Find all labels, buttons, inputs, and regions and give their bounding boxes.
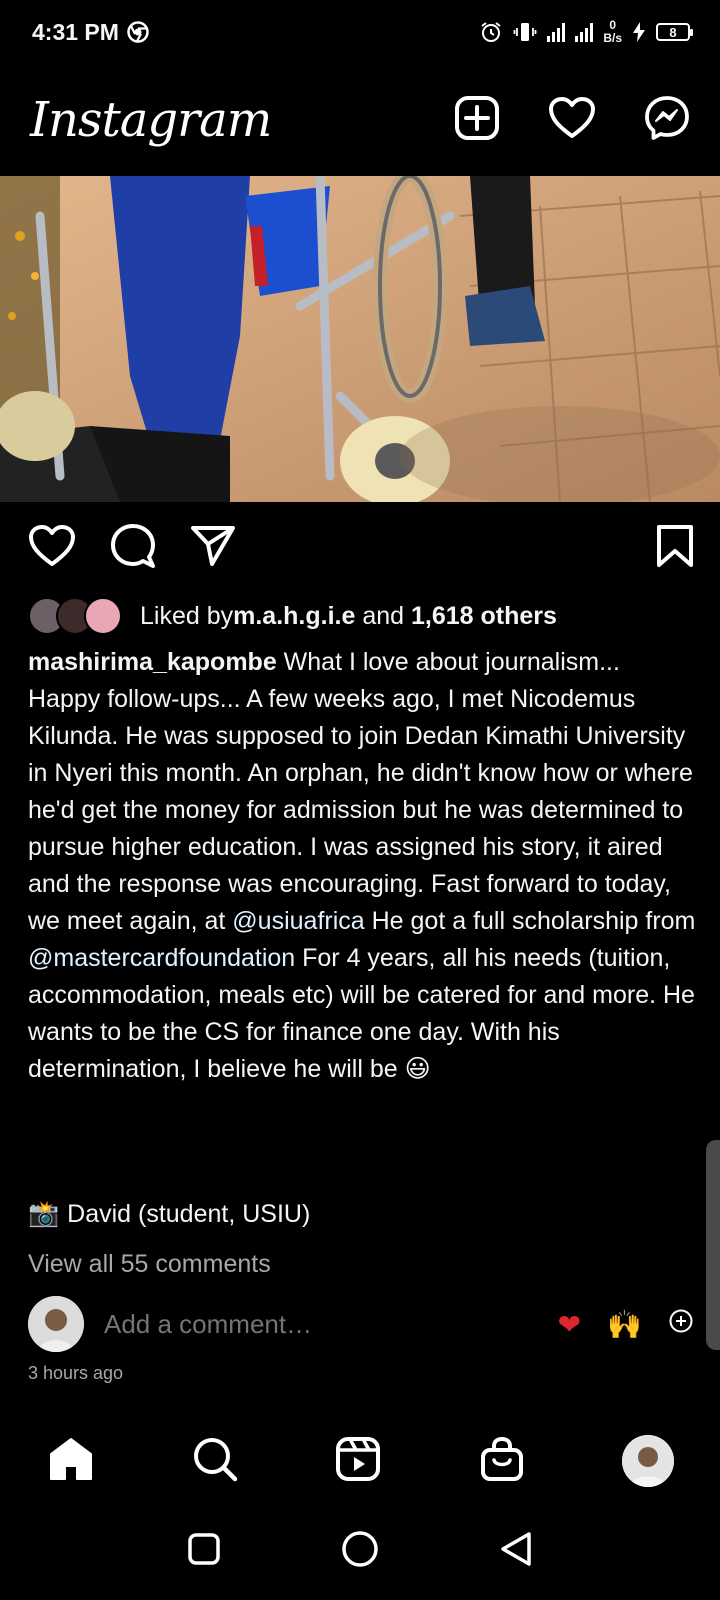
instagram-logo[interactable]: Instagram xyxy=(30,92,272,148)
caption-text-1: What I love about journalism... Happy fo… xyxy=(28,648,693,935)
system-navigation-bar xyxy=(0,1502,720,1600)
battery-indicator: 8 xyxy=(656,23,693,41)
current-user-avatar[interactable] xyxy=(28,1296,84,1352)
likes-summary[interactable]: Liked by m.a.h.g.i.e and 1,618 others xyxy=(28,596,557,636)
alarm-icon xyxy=(479,20,503,44)
scroll-handle[interactable] xyxy=(706,1140,720,1350)
bottom-navigation xyxy=(0,1420,720,1502)
chrome-notification-icon xyxy=(127,21,149,43)
post-image[interactable] xyxy=(0,176,720,502)
grinning-emoji-icon: 😃 xyxy=(404,1055,431,1083)
quick-reaction-heart[interactable]: ❤ xyxy=(558,1308,581,1341)
add-reaction-icon[interactable] xyxy=(668,1308,694,1341)
liked-by-and: and xyxy=(355,601,411,630)
app-header: Instagram xyxy=(0,64,720,176)
post-actions xyxy=(0,520,720,576)
network-speed: 0 B/s xyxy=(603,18,622,45)
signal-strength-hplus-icon xyxy=(575,22,594,42)
comment-button[interactable] xyxy=(110,523,156,574)
camera-flash-icon: 📸 xyxy=(28,1200,60,1228)
liker-avatars xyxy=(28,596,126,636)
photo-credit-text: David (student, USIU) xyxy=(67,1200,311,1228)
vibrate-icon xyxy=(513,20,537,44)
photo-credit: 📸 David (student, USIU) xyxy=(28,1200,310,1229)
search-icon[interactable] xyxy=(192,1436,238,1487)
status-bar: 4:31 PM 0 B/s 8 xyxy=(0,0,720,64)
signal-strength-icon xyxy=(547,22,566,42)
mention-usiuafrica[interactable]: @usiuafrica xyxy=(232,907,364,935)
like-button[interactable] xyxy=(28,524,76,573)
home-button[interactable] xyxy=(341,1530,379,1573)
bookmark-button[interactable] xyxy=(656,524,694,572)
post-timestamp: 3 hours ago xyxy=(28,1363,124,1383)
comment-input[interactable] xyxy=(104,1308,558,1340)
liked-by-prefix: Liked by xyxy=(140,601,234,630)
add-comment-row: ❤ 🙌 xyxy=(28,1296,694,1352)
view-all-comments-link[interactable]: View all 55 comments xyxy=(28,1250,271,1279)
status-time: 4:31 PM xyxy=(32,18,119,45)
liked-by-user[interactable]: m.a.h.g.i.e xyxy=(233,602,355,631)
post-caption: mashirima_kapombe What I love about jour… xyxy=(28,644,698,1088)
quick-reaction-raised-hands[interactable]: 🙌 xyxy=(607,1308,642,1341)
messenger-icon[interactable] xyxy=(644,95,690,146)
home-icon[interactable] xyxy=(48,1436,94,1487)
share-button[interactable] xyxy=(190,524,236,573)
plus-square-icon[interactable] xyxy=(454,95,500,146)
liked-by-others[interactable]: 1,618 others xyxy=(411,602,557,631)
profile-avatar[interactable] xyxy=(622,1435,674,1487)
heart-icon[interactable] xyxy=(548,96,596,145)
recent-apps-button[interactable] xyxy=(187,1532,221,1571)
mention-mastercardfoundation[interactable]: @mastercardfoundation xyxy=(28,944,295,972)
charging-icon xyxy=(632,22,646,42)
caption-author[interactable]: mashirima_kapombe xyxy=(28,648,277,676)
caption-text-2: He got a full scholarship from xyxy=(364,907,696,935)
back-button[interactable] xyxy=(499,1531,533,1572)
reels-icon[interactable] xyxy=(335,1436,381,1487)
liker-avatar xyxy=(84,597,122,635)
shop-icon[interactable] xyxy=(479,1436,525,1487)
